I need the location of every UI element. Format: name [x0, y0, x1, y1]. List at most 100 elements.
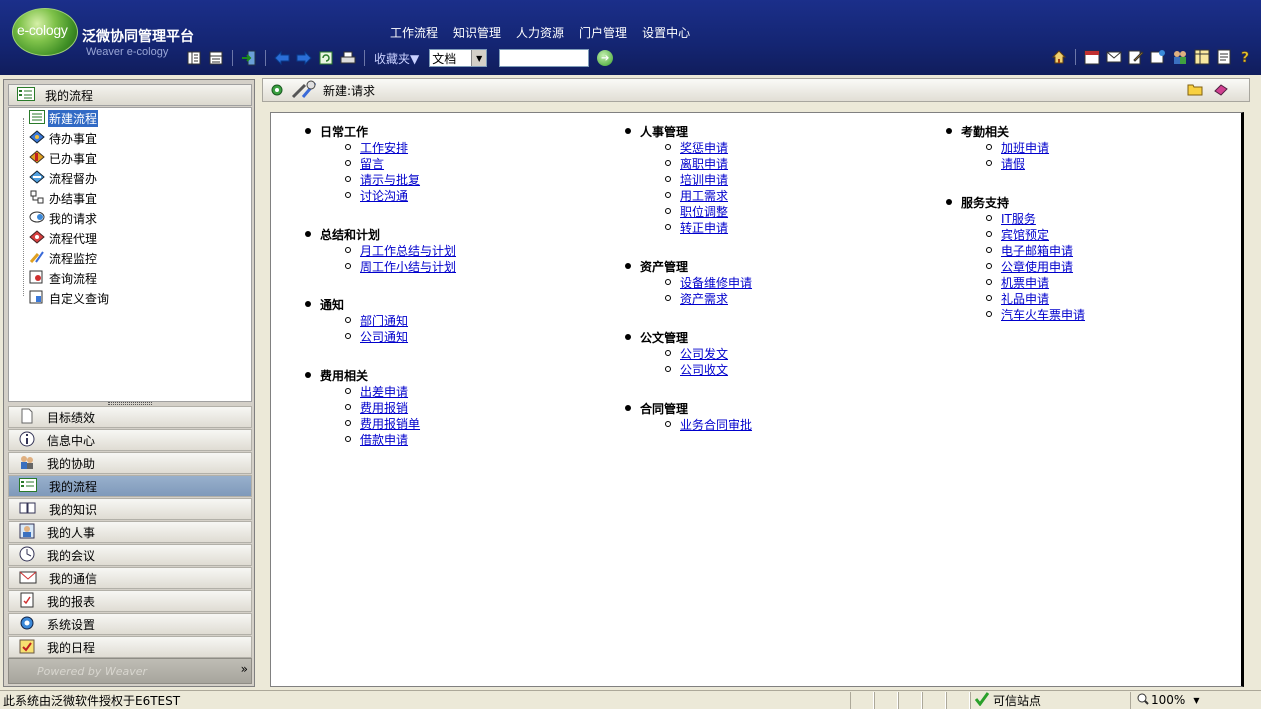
home-icon[interactable]: [1050, 48, 1068, 66]
workflow-link[interactable]: 资产需求: [680, 290, 728, 307]
workflow-link[interactable]: 留言: [360, 155, 384, 172]
workflow-item: 资产需求: [591, 290, 911, 306]
calendar-icon[interactable]: [1083, 48, 1101, 66]
workflow-link[interactable]: 机票申请: [1001, 274, 1049, 291]
workflow-link[interactable]: 职位调整: [680, 203, 728, 220]
tree-item-label: 新建流程: [48, 109, 99, 127]
workflow-link[interactable]: 出差申请: [360, 383, 408, 400]
tree-item[interactable]: 我的请求: [29, 209, 98, 227]
notes-icon[interactable]: [1215, 48, 1233, 66]
tree-item[interactable]: 流程监控: [29, 249, 98, 267]
tree-item[interactable]: 自定义查询: [29, 289, 110, 307]
workflow-link[interactable]: 用工需求: [680, 187, 728, 204]
vertical-scrollbar[interactable]: [1251, 78, 1261, 687]
menu-item[interactable]: 我的通信: [8, 567, 252, 589]
circle-bullet-icon: [665, 421, 671, 427]
tree-item[interactable]: 办结事宜: [29, 189, 98, 207]
workflow-link[interactable]: 月工作总结与计划: [360, 242, 456, 259]
refresh-icon[interactable]: [317, 49, 335, 67]
menu-item[interactable]: 我的协助: [8, 452, 252, 474]
chevron-down-icon[interactable]: ▼: [1193, 696, 1199, 705]
workflow-link[interactable]: 费用报销单: [360, 415, 420, 432]
workflow-link[interactable]: 公章使用申请: [1001, 258, 1073, 275]
menu-item[interactable]: 我的知识: [8, 498, 252, 520]
back-arrow-icon[interactable]: [273, 49, 291, 67]
workflow-link[interactable]: 奖惩申请: [680, 139, 728, 156]
category-title: 通知: [271, 296, 591, 312]
menu-item[interactable]: 我的人事: [8, 521, 252, 543]
menu-item[interactable]: 目标绩效: [8, 406, 252, 428]
circle-bullet-icon: [986, 231, 992, 237]
menu-item[interactable]: 我的日程: [8, 636, 252, 658]
logout-icon[interactable]: [240, 49, 258, 67]
workflow-link[interactable]: 设备维修申请: [680, 274, 752, 291]
help-icon[interactable]: ?: [1237, 48, 1255, 66]
tree-item[interactable]: 待办事宜: [29, 129, 98, 147]
menu-item[interactable]: 系统设置: [8, 613, 252, 635]
print-icon[interactable]: [339, 49, 357, 67]
workflow-link[interactable]: 离职申请: [680, 155, 728, 172]
tree-item[interactable]: 新建流程: [29, 109, 99, 127]
splitter-grip[interactable]: [108, 402, 152, 405]
workflow-link[interactable]: 培训申请: [680, 171, 728, 188]
nav-portal[interactable]: 门户管理: [579, 24, 627, 41]
workflow-link[interactable]: 部门通知: [360, 312, 408, 329]
forward-arrow-icon[interactable]: [295, 49, 313, 67]
tree-item[interactable]: 查询流程: [29, 269, 98, 287]
workflow-link[interactable]: 借款申请: [360, 431, 408, 448]
workflow-item: 业务合同审批: [591, 416, 911, 432]
dropdown-arrow-icon[interactable]: ▼: [471, 50, 487, 66]
menu-item[interactable]: 我的报表: [8, 590, 252, 612]
workflow-link[interactable]: 周工作小结与计划: [360, 258, 456, 275]
workflow-link[interactable]: 宾馆预定: [1001, 226, 1049, 243]
tree-item[interactable]: 流程督办: [29, 169, 98, 187]
mail-icon[interactable]: [1105, 48, 1123, 66]
workflow-link[interactable]: 公司通知: [360, 328, 408, 345]
collapse-button[interactable]: »: [241, 662, 248, 676]
workflow-link[interactable]: 礼品申请: [1001, 290, 1049, 307]
gear-icon: [269, 81, 285, 100]
workflow-link[interactable]: 电子邮箱申请: [1001, 242, 1073, 259]
workflow-link[interactable]: 公司发文: [680, 345, 728, 362]
workflow-link[interactable]: IT服务: [1001, 210, 1036, 227]
nav-hr[interactable]: 人力资源: [516, 24, 564, 41]
favorites-menu[interactable]: 收藏夹▼: [374, 50, 419, 67]
workflow-link[interactable]: 汽车火车票申请: [1001, 306, 1085, 323]
security-zone[interactable]: 可信站点: [970, 691, 1130, 709]
workflow-link[interactable]: 讨论沟通: [360, 187, 408, 204]
calendar-icon: [19, 638, 35, 657]
menu-item[interactable]: 我的流程: [8, 475, 252, 497]
nav-workflow[interactable]: 工作流程: [390, 24, 438, 41]
search-input[interactable]: [499, 49, 590, 67]
menu-item[interactable]: 信息中心: [8, 429, 252, 451]
nav-knowledge[interactable]: 知识管理: [453, 24, 501, 41]
nav-settings[interactable]: 设置中心: [642, 24, 690, 41]
workflow-link[interactable]: 转正申请: [680, 219, 728, 236]
workflow-link[interactable]: 加班申请: [1001, 139, 1049, 156]
doc-type-select[interactable]: 文档 ▼: [429, 49, 488, 67]
panel-icon[interactable]: [1193, 48, 1211, 66]
finished-icon: [29, 190, 45, 207]
menu-item[interactable]: 我的会议: [8, 544, 252, 566]
tree-item[interactable]: 流程代理: [29, 229, 98, 247]
zoom-control[interactable]: 100% ▼: [1130, 691, 1240, 709]
folder-icon[interactable]: [1187, 82, 1203, 99]
workflow-link[interactable]: 请示与批复: [360, 171, 420, 188]
workflow-category: 合同管理 业务合同审批: [591, 400, 911, 432]
workflow-link[interactable]: 公司收文: [680, 361, 728, 378]
brand-title: 泛微协同管理平台: [82, 29, 194, 45]
workflow-link[interactable]: 业务合同审批: [680, 416, 752, 433]
message-icon[interactable]: [1149, 48, 1167, 66]
layout-left-icon[interactable]: [185, 49, 203, 67]
workflow-link[interactable]: 工作安排: [360, 139, 408, 156]
workflow-link[interactable]: 请假: [1001, 155, 1025, 172]
circle-bullet-icon: [665, 295, 671, 301]
circle-bullet-icon: [345, 436, 351, 442]
tree-item[interactable]: 已办事宜: [29, 149, 98, 167]
edit-icon[interactable]: [1127, 48, 1145, 66]
go-button[interactable]: ➔: [597, 50, 614, 66]
eraser-icon[interactable]: [1213, 82, 1229, 99]
workflow-link[interactable]: 费用报销: [360, 399, 408, 416]
users-icon[interactable]: [1171, 48, 1189, 66]
layout-top-icon[interactable]: [207, 49, 225, 67]
